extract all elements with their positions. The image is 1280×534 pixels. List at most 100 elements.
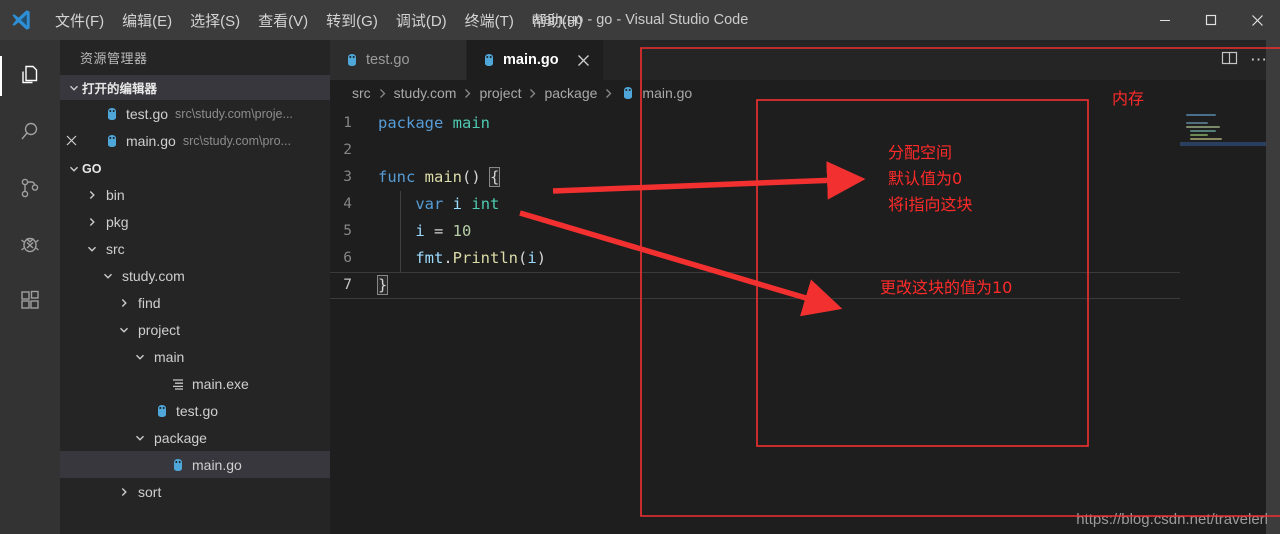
indent-guide [400,191,401,218]
breadcrumb-item-project[interactable]: project [479,85,521,101]
tree-item-pkg[interactable]: pkg [60,208,330,235]
line-number: 7 [343,277,352,293]
tree-item-label: sort [138,483,162,500]
menu-item-selection[interactable]: 选择(S) [181,6,249,35]
chevron-right-icon[interactable] [116,486,132,498]
tree-item-find[interactable]: find [60,289,330,316]
code-line[interactable]: 5 i = 10 [330,218,1280,245]
menu-bar[interactable]: 文件(F) 编辑(E) 选择(S) 查看(V) 转到(G) 调试(D) 终端(T… [46,0,592,40]
tree-item-src[interactable]: src [60,235,330,262]
activity-debug-icon[interactable] [0,216,60,272]
maximize-button[interactable] [1188,0,1234,40]
tree-item-main-go[interactable]: main.go [60,451,330,478]
tree-item-sort[interactable]: sort [60,478,330,505]
menu-item-view[interactable]: 查看(V) [249,6,317,35]
line-content: i = 10 [415,222,472,240]
split-editor-icon[interactable] [1221,50,1238,71]
code-line[interactable]: 1 package main [330,110,1280,137]
activity-source-control-icon[interactable] [0,160,60,216]
go-file-icon [620,85,636,101]
code-lines: 1 package main 2 3 func main() {4 var i int 5… [330,110,1280,299]
line-content: fmt.Println(i) [415,249,547,267]
tree-item-label: main [154,348,185,365]
tree-item-label: test.go [176,402,219,419]
chevron-down-icon[interactable] [116,324,132,336]
exe-file-icon [170,376,186,392]
breadcrumb-item-src[interactable]: src [352,85,371,101]
tree-item-main[interactable]: main [60,343,330,370]
code-line[interactable]: 7} [330,272,1280,299]
open-editor-item[interactable]: test.go src\study.com\proje... [60,100,330,127]
chevron-down-icon [66,163,82,175]
minimize-button[interactable] [1142,0,1188,40]
annotation-note-alloc: 分配空间 默认值为0 将i指向这块 [888,143,973,214]
project-root-label: GO [82,161,102,176]
go-file-icon [104,133,120,149]
open-editor-path: src\study.com\pro... [182,133,291,148]
tree-item-label: study.com [122,267,185,284]
tree-item-label: main.exe [192,375,249,392]
close-button[interactable] [1234,0,1280,40]
code-line[interactable]: 2 [330,137,1280,164]
close-editor-icon[interactable] [60,135,82,146]
tree-item-package[interactable]: package [60,424,330,451]
breadcrumb-item-studycom[interactable]: study.com [394,85,457,101]
menu-item-help[interactable]: 帮助(H) [523,6,592,35]
chevron-right-icon [378,88,387,99]
annotation-note-update: 更改这块的值为10 [880,278,1013,297]
chevron-right-icon[interactable] [116,297,132,309]
activity-extensions-icon[interactable] [0,272,60,328]
line-content: var i int [415,195,500,213]
chevron-right-icon [604,88,613,99]
tab-close-icon[interactable] [577,54,590,67]
breadcrumb-item-package[interactable]: package [544,85,597,101]
tree-item-study-com[interactable]: study.com [60,262,330,289]
code-line[interactable]: 6 fmt.Println(i) [330,245,1280,272]
menu-item-file[interactable]: 文件(F) [46,6,113,35]
chevron-down-icon[interactable] [132,432,148,444]
chevron-right-icon[interactable] [84,216,100,228]
go-file-icon [170,457,186,473]
chevron-down-icon[interactable] [100,270,116,282]
chevron-down-icon [66,82,82,94]
chevron-right-icon[interactable] [84,189,100,201]
tree-item-label: find [138,294,161,311]
activity-explorer-icon[interactable] [0,48,60,104]
editor-tabs: test.go main.go ⋯ [330,40,1280,80]
window-controls[interactable] [1142,0,1280,40]
chevron-down-icon[interactable] [84,243,100,255]
tab-test-go[interactable]: test.go [330,40,467,80]
code-editor[interactable]: 1 package main 2 3 func main() {4 var i int 5… [330,106,1280,534]
breadcrumb-item-file[interactable]: main.go [620,85,692,101]
tree-item-main-exe[interactable]: main.exe [60,370,330,397]
tree-item-test-go[interactable]: test.go [60,397,330,424]
menu-item-debug[interactable]: 调试(D) [387,6,456,35]
tab-main-go[interactable]: main.go [467,40,604,80]
title-bar: 文件(F) 编辑(E) 选择(S) 查看(V) 转到(G) 调试(D) 终端(T… [0,0,1280,40]
go-file-icon [481,52,497,68]
line-number: 3 [343,169,352,185]
tree-item-bin[interactable]: bin [60,181,330,208]
minimap[interactable] [1180,106,1266,534]
activity-bar[interactable] [0,40,60,534]
chevron-right-icon [528,88,537,99]
menu-item-edit[interactable]: 编辑(E) [113,6,181,35]
tree-item-project[interactable]: project [60,316,330,343]
tree-item-label: bin [106,186,125,203]
explorer-sidebar: 资源管理器 打开的编辑器 test.go src\study.com\proje [60,40,330,534]
chevron-down-icon[interactable] [132,351,148,363]
code-line[interactable]: 3 func main() { [330,164,1280,191]
go-file-icon [104,106,120,122]
section-project-root[interactable]: GO [60,156,330,181]
tab-label: main.go [503,52,559,68]
menu-item-terminal[interactable]: 终端(T) [456,6,523,35]
menu-item-goto[interactable]: 转到(G) [317,6,387,35]
open-editor-item[interactable]: main.go src\study.com\pro... [60,127,330,154]
section-open-editors[interactable]: 打开的编辑器 [60,75,330,100]
line-number: 1 [343,115,352,131]
vscode-window: 文件(F) 编辑(E) 选择(S) 查看(V) 转到(G) 调试(D) 终端(T… [0,0,1280,534]
activity-search-icon[interactable] [0,104,60,160]
code-line[interactable]: 4 var i int [330,191,1280,218]
go-file-icon [154,403,170,419]
go-file-icon [344,52,360,68]
